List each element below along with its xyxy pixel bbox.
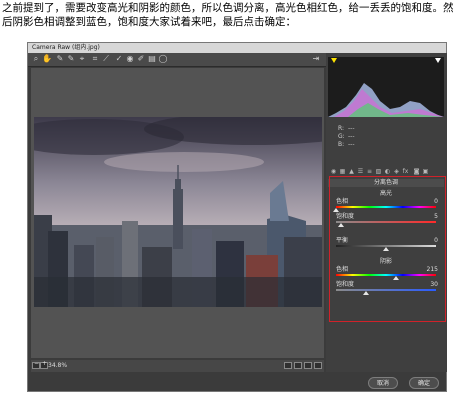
- histogram: [328, 57, 444, 117]
- status-bar: − + 34.8%: [31, 360, 324, 372]
- hand-icon[interactable]: ✋: [42, 54, 52, 64]
- zoom-level[interactable]: 34.8%: [48, 360, 67, 372]
- tab-snapshots[interactable]: ▣: [422, 168, 429, 175]
- window-titlebar: Camera Raw (组内.jpg): [28, 43, 446, 53]
- white-balance-icon[interactable]: ✎: [55, 54, 65, 64]
- cancel-button[interactable]: 取消: [368, 377, 398, 389]
- readout-r-value: ---: [348, 125, 355, 132]
- settings-button[interactable]: [314, 362, 322, 369]
- readout-b-label: B:: [338, 141, 345, 148]
- camera-raw-window: Camera Raw (组内.jpg) ⌕ ✋ ✎ ✎ ⌖ ⌗ ⟋ ✓ ◉ ✐ …: [27, 42, 447, 392]
- zoom-out-button[interactable]: −: [32, 360, 40, 369]
- radial-filter-icon[interactable]: ◯: [158, 54, 168, 64]
- tab-split-toning[interactable]: ≡: [366, 168, 373, 175]
- city-photo: [34, 117, 322, 307]
- instruction-caption: 之前提到了，需要改变高光和阴影的颜色，所以色调分离，高光色相红色，给一丢丢的饱和…: [2, 2, 454, 28]
- tab-hsl[interactable]: ☰: [357, 168, 364, 175]
- view-toggle-y-button[interactable]: [284, 362, 292, 369]
- highlight-annotation-box: [329, 176, 446, 322]
- readout-b-value: ---: [348, 141, 355, 148]
- tab-effects[interactable]: ◐: [384, 168, 391, 175]
- readout-r-label: R:: [338, 125, 345, 132]
- window-title: Camera Raw (组内.jpg): [32, 44, 100, 51]
- before-after-button[interactable]: [294, 362, 302, 369]
- brush-icon[interactable]: ✐: [136, 54, 146, 64]
- graduated-filter-icon[interactable]: ▤: [147, 54, 157, 64]
- export-icon[interactable]: ⇥: [311, 54, 321, 64]
- readout-g-label: G:: [338, 133, 345, 140]
- tab-lens[interactable]: ▧: [375, 168, 382, 175]
- tab-presets[interactable]: ◙: [413, 168, 420, 175]
- ok-button[interactable]: 确定: [409, 377, 439, 389]
- redeye-icon[interactable]: ◉: [125, 54, 135, 64]
- crop-icon[interactable]: ⌗: [90, 54, 100, 64]
- target-adjust-icon[interactable]: ⌖: [77, 54, 87, 64]
- straighten-icon[interactable]: ⟋: [101, 54, 111, 64]
- readout-g-value: ---: [348, 133, 355, 140]
- tab-detail[interactable]: ▲: [348, 168, 355, 175]
- tab-fx[interactable]: fx: [402, 168, 409, 175]
- color-sampler-icon[interactable]: ✎: [66, 54, 76, 64]
- tab-camera[interactable]: ◈: [393, 168, 400, 175]
- tab-basic[interactable]: ◉: [330, 168, 337, 175]
- zoom-icon[interactable]: ⌕: [31, 54, 41, 64]
- tab-tone-curve[interactable]: ▦: [339, 168, 346, 175]
- zoom-in-label: +: [42, 360, 48, 367]
- zoom-in-button[interactable]: +: [40, 360, 48, 369]
- zoom-out-label: −: [34, 360, 40, 367]
- spot-removal-icon[interactable]: ✓: [114, 54, 124, 64]
- swap-button[interactable]: [304, 362, 312, 369]
